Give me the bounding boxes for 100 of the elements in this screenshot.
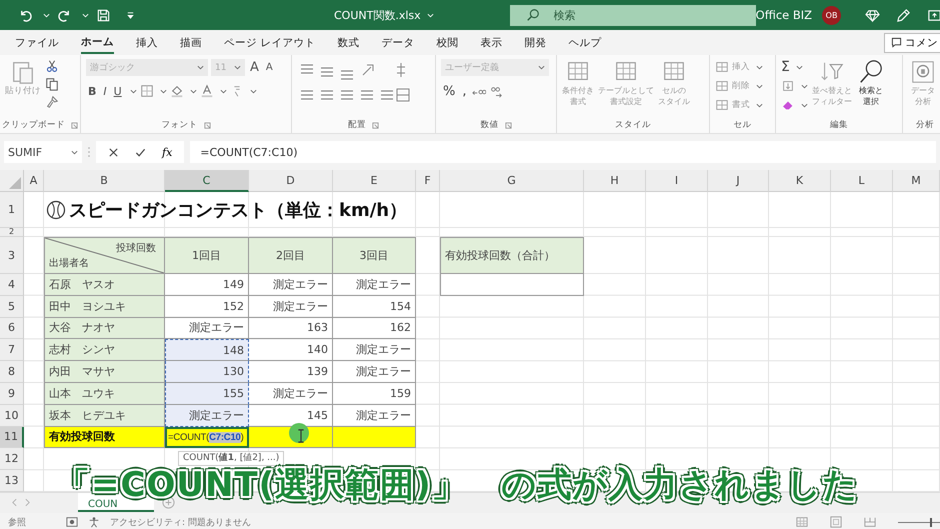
comment-icon — [891, 37, 902, 48]
search-icon — [526, 8, 540, 22]
page-break-icon[interactable] — [864, 516, 876, 528]
column-header[interactable]: E — [333, 170, 416, 192]
italic-button[interactable]: I — [101, 84, 109, 98]
cells-icon — [715, 60, 729, 74]
caret-icon — [756, 84, 763, 88]
row-header[interactable]: 8 — [0, 361, 24, 383]
row-header[interactable]: 7 — [0, 339, 24, 362]
menu-tab[interactable]: 校閲 — [436, 32, 458, 54]
autosum-button[interactable]: Σ — [781, 59, 790, 75]
fill-color-icon[interactable] — [170, 84, 184, 98]
column-header[interactable]: J — [708, 170, 769, 192]
page-layout-icon[interactable] — [830, 516, 842, 528]
avatar[interactable]: OB — [822, 6, 842, 24]
accessibility-status[interactable]: アクセシビリティ: 問題ありません — [110, 516, 251, 529]
dialog-launcher-icon[interactable] — [372, 122, 379, 128]
table-cell: 2回目 — [249, 237, 333, 274]
group-label: セル — [734, 119, 752, 131]
row-header[interactable]: 6 — [0, 318, 24, 340]
column-header[interactable]: H — [584, 170, 646, 192]
caret-icon — [756, 64, 763, 70]
menu-tab[interactable]: ファイル — [15, 32, 59, 54]
formula-input[interactable]: =COUNT(C7:C10) — [190, 141, 936, 163]
menu-tab[interactable]: 描画 — [180, 32, 202, 54]
table-cell: 田中 ヨシユキ — [44, 296, 165, 318]
menu-tab[interactable]: 表示 — [480, 32, 502, 54]
column-header[interactable]: L — [831, 170, 893, 192]
row-header[interactable]: 10 — [0, 404, 24, 427]
comma-button[interactable]: , — [460, 84, 468, 99]
copy-icon[interactable] — [45, 77, 59, 91]
file-name[interactable]: COUNT関数.xlsx — [334, 8, 421, 22]
row-header[interactable]: 9 — [0, 382, 24, 405]
borders-icon[interactable] — [140, 84, 154, 98]
save-icon[interactable] — [96, 8, 111, 22]
row-header[interactable]: 13 — [0, 470, 24, 492]
row-header[interactable]: 12 — [0, 448, 24, 470]
column-header[interactable]: G — [440, 170, 584, 192]
underline-button[interactable]: U — [112, 84, 124, 98]
diamond-icon[interactable] — [865, 8, 880, 22]
row-header[interactable]: 5 — [0, 296, 24, 318]
find-select-button[interactable]: 検索と 選択 — [856, 59, 886, 106]
decimal-decrease-icon[interactable] — [488, 84, 502, 98]
customize-caret-icon[interactable] — [126, 10, 135, 20]
normal-view-icon[interactable] — [796, 516, 808, 528]
menu-tab[interactable]: 挿入 — [136, 32, 158, 54]
scissors-icon[interactable] — [45, 59, 59, 73]
table-cell: 154 — [333, 296, 416, 318]
menu-tab[interactable]: ヘルプ — [568, 32, 602, 54]
comment-button[interactable]: コメン — [884, 32, 940, 52]
group-label: 分析 — [916, 119, 934, 131]
column-header[interactable]: M — [893, 170, 940, 192]
caret-icon — [220, 88, 227, 94]
row-header[interactable]: 2 — [0, 228, 24, 237]
menu-tab[interactable]: データ — [381, 32, 414, 54]
caret-icon — [130, 88, 137, 94]
group-label: クリップボード — [2, 119, 65, 131]
table-cell: 坂本 ヒデユキ — [44, 404, 165, 427]
format-painter-icon[interactable] — [45, 95, 59, 109]
pen-icon[interactable] — [896, 8, 912, 22]
table-cell: 測定エラー — [333, 339, 416, 362]
table-cell: 測定エラー — [249, 274, 333, 296]
percent-button[interactable]: % — [441, 84, 458, 99]
header-text: 出場者名 — [49, 256, 89, 270]
column-header[interactable]: F — [416, 170, 440, 192]
column-header[interactable]: A — [24, 170, 44, 192]
dialog-launcher-icon[interactable] — [204, 122, 210, 128]
caret-icon — [234, 65, 241, 70]
dialog-launcher-icon[interactable] — [504, 122, 512, 128]
row-header[interactable]: 4 — [0, 274, 24, 296]
ribbon-display-icon[interactable] — [927, 8, 940, 22]
cancel-icon[interactable] — [108, 146, 119, 158]
search-input[interactable]: 検索 — [552, 8, 756, 22]
column-header[interactable]: C — [165, 170, 249, 192]
accessibility-icon[interactable] — [88, 516, 100, 528]
group-label: 数値 — [480, 119, 498, 131]
font-color-icon[interactable] — [200, 84, 214, 98]
bold-button[interactable]: B — [86, 84, 98, 98]
dialog-launcher-icon[interactable] — [71, 122, 78, 128]
column-header[interactable]: D — [249, 170, 333, 192]
grow-font-button[interactable]: A — [248, 60, 261, 75]
macro-record-icon[interactable] — [66, 516, 78, 528]
table-cell: 139 — [249, 361, 333, 383]
insert-function-button[interactable]: fx — [162, 146, 172, 158]
menu-tab[interactable]: 開発 — [524, 32, 546, 54]
menu-tab[interactable]: 数式 — [337, 32, 360, 54]
cells-icon — [715, 79, 729, 93]
row-header[interactable]: 1 — [0, 192, 24, 228]
shrink-font-button[interactable]: A — [264, 62, 275, 73]
column-header[interactable]: K — [769, 170, 831, 192]
row-header[interactable]: 3 — [0, 237, 24, 274]
search-field[interactable]: 検索 — [510, 4, 756, 26]
row-header[interactable]: 11 — [0, 426, 24, 448]
column-header[interactable]: B — [44, 170, 165, 192]
enter-icon[interactable] — [135, 146, 146, 158]
table-cell: 石原 ヤスオ — [44, 274, 165, 296]
column-header[interactable]: I — [646, 170, 708, 192]
name-box[interactable]: SUMIF — [4, 141, 82, 163]
fill-icon[interactable] — [781, 79, 795, 93]
menu-tab[interactable]: ページ レイアウト — [224, 32, 316, 54]
